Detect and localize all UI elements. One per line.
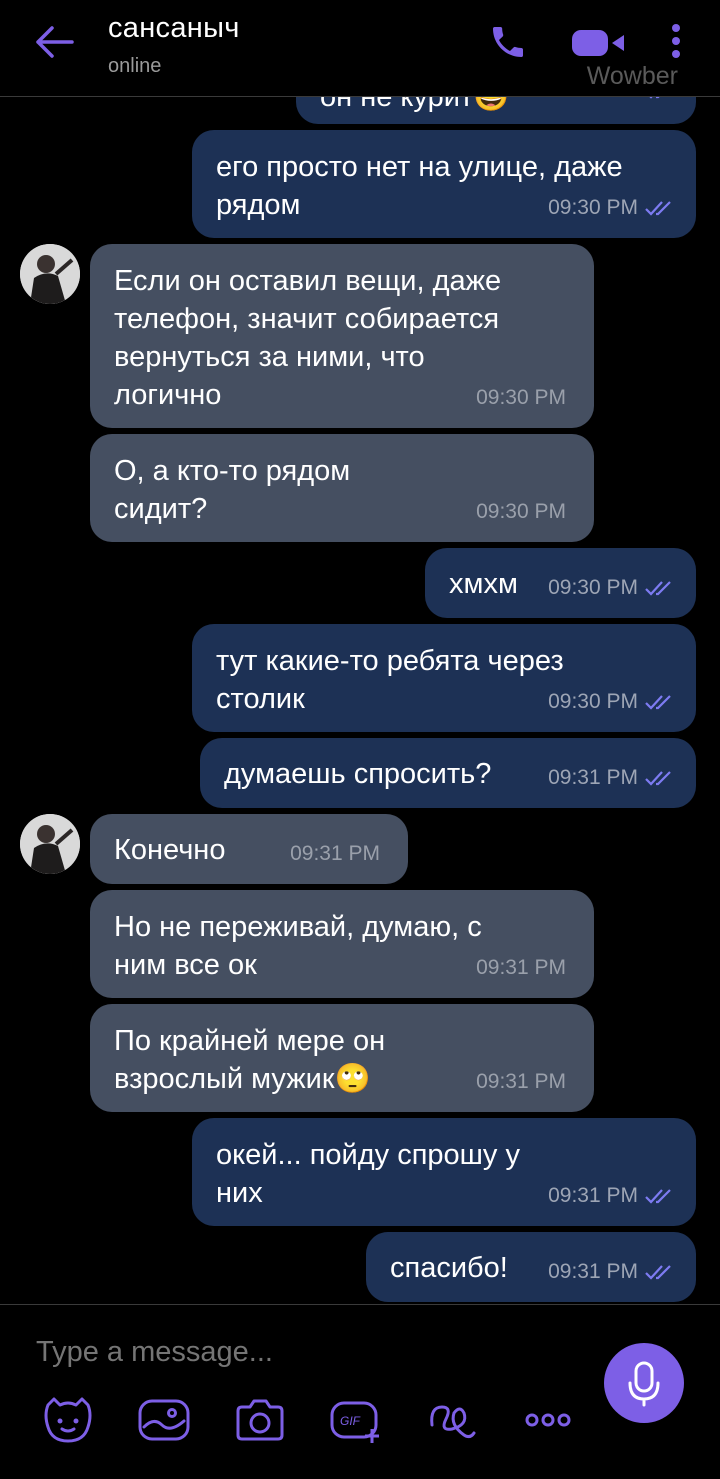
doodle-icon[interactable] <box>424 1395 480 1445</box>
message-time: 09:30 PM <box>548 576 638 599</box>
chat-header: сансаныч online Wowber <box>0 0 720 97</box>
sticker-icon[interactable] <box>40 1395 96 1445</box>
message-text: думаешь спросить? <box>224 758 492 790</box>
message-time: 09:31 PM <box>548 1260 638 1283</box>
message-meta: 09:30 PM <box>476 379 566 417</box>
microphone-icon <box>628 1361 660 1407</box>
read-ticks-icon <box>645 201 671 216</box>
camera-icon[interactable] <box>232 1395 288 1445</box>
message-text: спасибо! <box>390 1252 508 1284</box>
message-text: Конечно <box>114 834 226 866</box>
message-text: хмхм <box>449 568 518 600</box>
message-meta: 09:31 PM <box>476 949 566 987</box>
video-camera-icon[interactable] <box>570 26 630 60</box>
message-bubble-outgoing[interactable]: тут какие-то ребята через столик 09:30 P… <box>192 624 696 732</box>
message-bubble-incoming[interactable]: Конечно 09:31 PM <box>90 814 408 884</box>
contact-avatar[interactable] <box>20 244 80 304</box>
contact-avatar[interactable] <box>20 814 80 874</box>
message-bubble-incoming[interactable]: О, а кто-то рядом сидит? 09:30 PM <box>90 434 594 542</box>
more-vertical-icon[interactable] <box>666 22 686 62</box>
message-time: 09:31 PM <box>548 766 638 789</box>
message-meta: 09:31 PM <box>548 1253 676 1291</box>
message-bubble-outgoing[interactable]: его просто нет на улице, даже рядом 09:3… <box>192 130 696 238</box>
read-ticks-icon <box>645 1265 671 1280</box>
message-time: 09:31 PM <box>476 1070 566 1093</box>
message-list[interactable]: он не курит😆 09:30 PM его просто нет на … <box>0 0 720 1304</box>
avatar-photo <box>20 814 80 874</box>
avatar-photo <box>20 244 80 304</box>
message-time: 09:31 PM <box>476 956 566 979</box>
message-meta: 09:31 PM <box>548 1177 676 1215</box>
message-bubble-outgoing[interactable]: спасибо! 09:31 PM <box>366 1232 696 1302</box>
contact-status: online <box>108 55 162 77</box>
message-time: 09:30 PM <box>476 386 566 409</box>
message-meta: 09:31 PM <box>290 835 380 873</box>
message-bubble-outgoing[interactable]: окей... пойду спрошу у них 09:31 PM <box>192 1118 696 1226</box>
message-bubble-outgoing[interactable]: хмхм 09:30 PM <box>425 548 696 618</box>
watermark: Wowber <box>586 62 678 90</box>
message-composer: GIF <box>0 1304 720 1479</box>
phone-icon[interactable] <box>488 22 528 62</box>
svg-text:GIF: GIF <box>340 1414 361 1428</box>
message-bubble-incoming[interactable]: По крайней мере он взрослый мужик🙄 09:31… <box>90 1004 594 1112</box>
more-horizontal-icon[interactable] <box>520 1395 576 1445</box>
read-ticks-icon <box>645 695 671 710</box>
message-time: 09:31 PM <box>290 842 380 865</box>
gif-icon[interactable]: GIF <box>328 1395 384 1445</box>
back-arrow-icon[interactable] <box>32 24 76 60</box>
message-time: 09:30 PM <box>476 500 566 523</box>
read-ticks-icon <box>645 771 671 786</box>
message-bubble-incoming[interactable]: Если он оставил вещи, даже телефон, знач… <box>90 244 594 428</box>
message-time: 09:30 PM <box>548 690 638 713</box>
gallery-icon[interactable] <box>136 1395 192 1445</box>
message-meta: 09:31 PM <box>476 1063 566 1101</box>
message-input[interactable] <box>34 1329 578 1375</box>
message-time: 09:30 PM <box>548 196 638 219</box>
message-time: 09:31 PM <box>548 1184 638 1207</box>
read-ticks-icon <box>645 581 671 596</box>
message-bubble-outgoing[interactable]: думаешь спросить? 09:31 PM <box>200 738 696 808</box>
message-meta: 09:31 PM <box>548 759 676 797</box>
message-bubble-incoming[interactable]: Но не переживай, думаю, с ним все ок 09:… <box>90 890 594 998</box>
message-meta: 09:30 PM <box>548 683 676 721</box>
message-meta: 09:30 PM <box>476 493 566 531</box>
message-meta: 09:30 PM <box>548 569 676 607</box>
read-ticks-icon <box>645 1189 671 1204</box>
contact-name[interactable]: сансаныч <box>108 12 240 45</box>
microphone-button[interactable] <box>604 1343 684 1423</box>
message-meta: 09:30 PM <box>548 189 676 227</box>
